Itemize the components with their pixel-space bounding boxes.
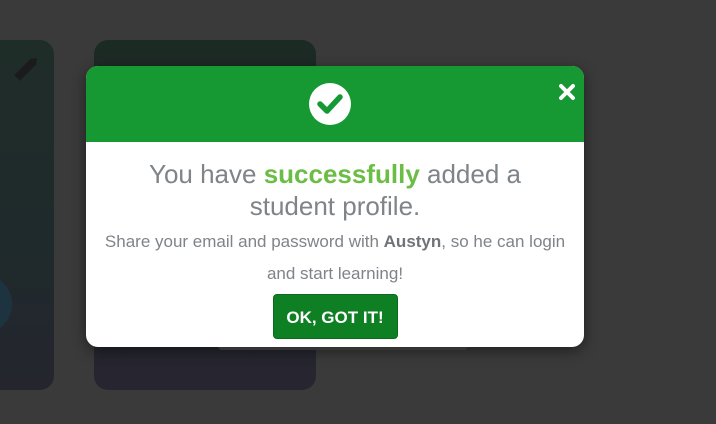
headline-highlight: successfully <box>263 159 420 189</box>
avatar <box>0 274 12 334</box>
success-headline: You have successfully added a student pr… <box>104 158 566 222</box>
check-circle-icon <box>309 83 351 125</box>
modal-header <box>86 66 584 142</box>
close-icon[interactable] <box>558 83 576 101</box>
instruction-text: Share your email and password with Austy… <box>96 226 574 290</box>
success-modal: You have successfully added a student pr… <box>86 66 584 347</box>
instruction-text-part: Share your email and password with <box>104 232 384 251</box>
headline-text: You have <box>148 159 264 189</box>
modal-body: You have successfully added a student pr… <box>86 158 584 339</box>
ok-got-it-button[interactable]: OK, GOT IT! <box>272 294 398 339</box>
background-card <box>0 40 54 390</box>
student-name: Austyn <box>383 232 442 251</box>
pencil-icon <box>14 58 37 81</box>
